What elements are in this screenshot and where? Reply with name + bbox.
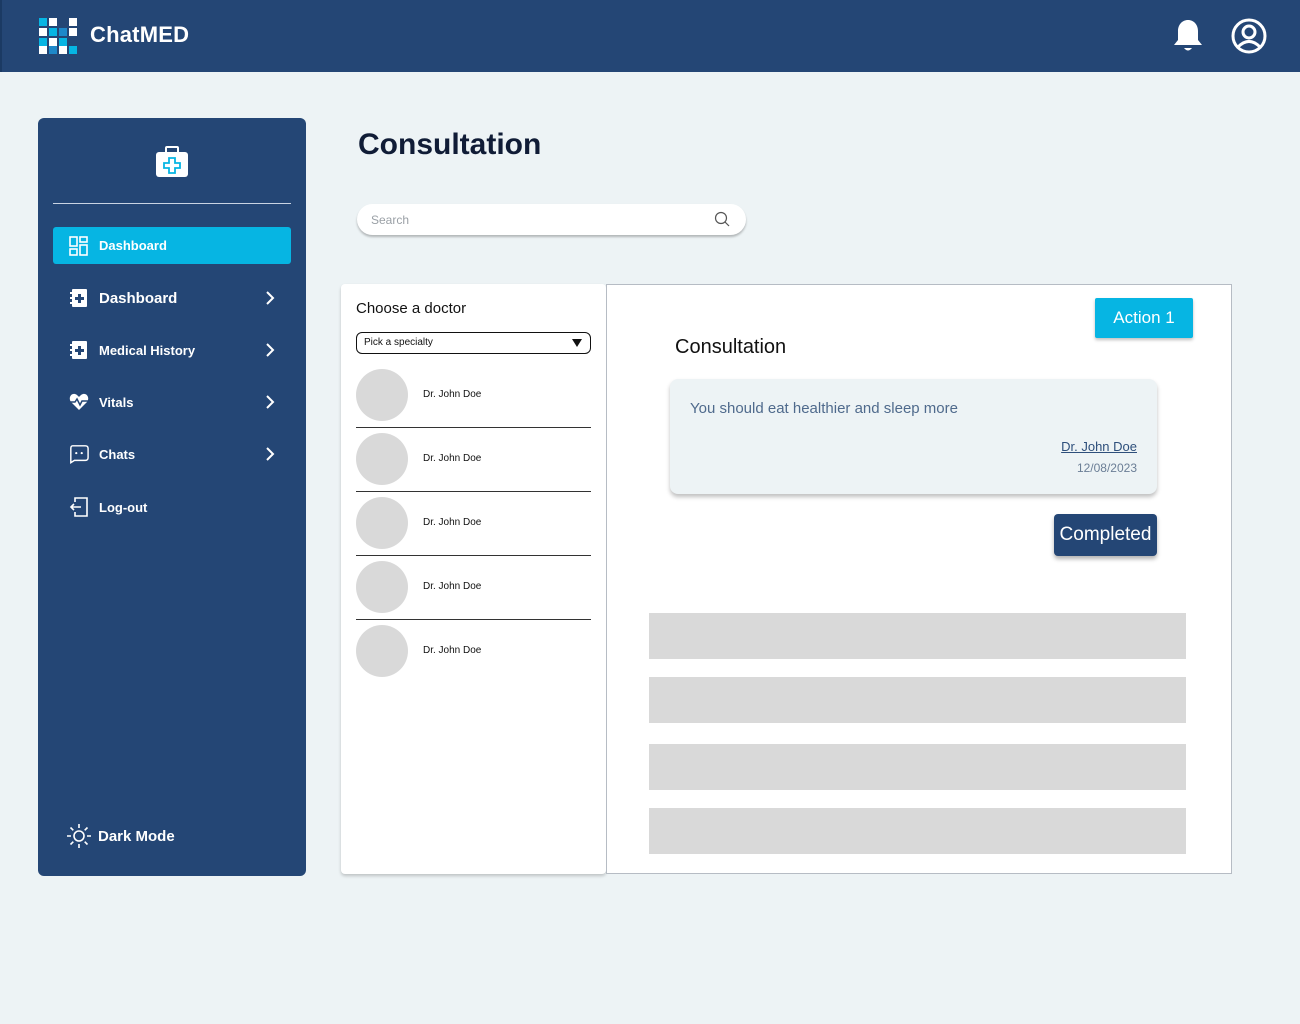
- sidebar-item-chats[interactable]: Chats: [53, 436, 291, 472]
- chevron-right-icon: [266, 291, 275, 305]
- doctor-list-item[interactable]: Dr. John Doe: [356, 620, 591, 684]
- doctor-name: Dr. John Doe: [423, 389, 482, 400]
- chevron-right-icon: [266, 395, 275, 409]
- doctor-panel-title: Choose a doctor: [356, 300, 467, 317]
- sidebar-item-medical-history[interactable]: Medical History: [53, 332, 291, 368]
- sidebar-item-dashboard[interactable]: Dashboard: [53, 227, 291, 264]
- consultation-title: Consultation: [675, 336, 787, 358]
- action-1-button[interactable]: Action 1: [1095, 298, 1193, 338]
- medical-record-icon: [70, 341, 87, 359]
- message-date: 12/08/2023: [1076, 461, 1137, 475]
- avatar: [356, 497, 408, 549]
- sidebar-item-label: Medical History: [99, 342, 196, 358]
- sidebar-item-label: Dashboard: [99, 238, 167, 253]
- heartbeat-icon: [69, 393, 89, 410]
- chevron-right-icon: [266, 343, 275, 357]
- chat-bubble-icon: [70, 445, 89, 464]
- doctor-list-panel: Choose a doctor Pick a specialty Dr. Joh…: [341, 284, 606, 874]
- doctor-name: Dr. John Doe: [423, 581, 482, 592]
- sun-icon: [67, 824, 91, 848]
- sidebar-item-dashboard-records[interactable]: Dashboard: [53, 280, 291, 316]
- message-doctor-link[interactable]: Dr. John Doe: [1061, 439, 1137, 454]
- page-title: Consultation: [358, 128, 542, 161]
- message-card: You should eat healthier and sleep more …: [670, 379, 1157, 494]
- dark-mode-label: Dark Mode: [98, 827, 175, 845]
- search-icon[interactable]: [714, 211, 730, 227]
- doctor-list-item[interactable]: Dr. John Doe: [356, 428, 591, 492]
- sidebar-item-vitals[interactable]: Vitals: [53, 384, 291, 420]
- search-input[interactable]: [371, 210, 701, 230]
- avatar: [356, 561, 408, 613]
- grid-icon: [69, 235, 88, 256]
- user-circle-icon[interactable]: [1231, 18, 1267, 54]
- medical-record-icon: [70, 289, 87, 307]
- completed-button[interactable]: Completed: [1054, 514, 1157, 556]
- placeholder-bar: [649, 613, 1186, 659]
- doctor-name: Dr. John Doe: [423, 645, 482, 656]
- avatar: [356, 433, 408, 485]
- sidebar-item-label: Vitals: [99, 394, 134, 410]
- avatar: [356, 369, 408, 421]
- sidebar-item-label: Log-out: [99, 499, 148, 515]
- doctor-list-item[interactable]: Dr. John Doe: [356, 492, 591, 556]
- sidebar-item-logout[interactable]: Log-out: [53, 489, 291, 525]
- placeholder-bar: [649, 744, 1186, 790]
- sidebar: Dashboard Dashboard Medical History Vita…: [38, 118, 306, 876]
- message-text: You should eat healthier and sleep more: [690, 400, 958, 417]
- caret-down-icon: [572, 339, 582, 347]
- placeholder-bar: [649, 808, 1186, 854]
- avatar: [356, 625, 408, 677]
- top-bar: ChatMED: [0, 0, 1300, 72]
- sidebar-divider: [53, 203, 291, 204]
- sidebar-item-label: Dashboard: [99, 289, 178, 307]
- first-aid-kit-icon: [156, 146, 188, 177]
- specialty-select-value: Pick a specialty: [364, 337, 433, 348]
- doctor-list-item[interactable]: Dr. John Doe: [356, 364, 591, 428]
- bell-icon[interactable]: [1172, 18, 1204, 54]
- chevron-right-icon: [266, 447, 275, 461]
- search-bar: [357, 204, 746, 235]
- logout-icon: [69, 497, 88, 517]
- brand-name: ChatMED: [90, 22, 190, 47]
- sidebar-item-label: Chats: [99, 446, 136, 462]
- doctor-name: Dr. John Doe: [423, 517, 482, 528]
- placeholder-bar: [649, 677, 1186, 723]
- doctor-list-item[interactable]: Dr. John Doe: [356, 556, 591, 620]
- doctor-name: Dr. John Doe: [423, 453, 482, 464]
- specialty-select[interactable]: Pick a specialty: [356, 332, 591, 354]
- chatmed-logo-icon: [39, 18, 77, 54]
- consultation-panel: Action 1 Consultation You should eat hea…: [606, 284, 1232, 874]
- dark-mode-toggle[interactable]: Dark Mode: [66, 823, 175, 849]
